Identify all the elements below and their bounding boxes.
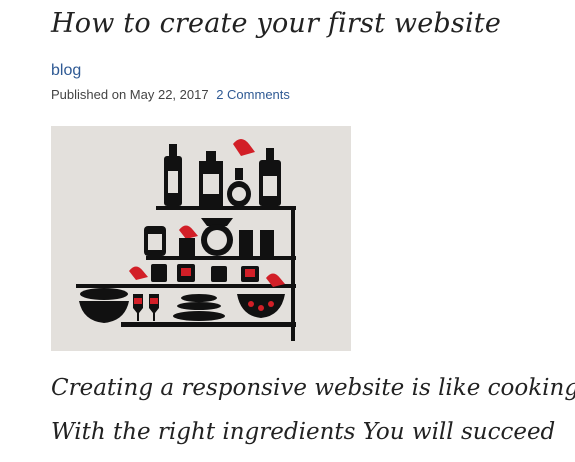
post-date: May 22, 2017 xyxy=(129,87,209,102)
post-meta: Published on May 22, 2017 2 Comments xyxy=(51,87,290,102)
excerpt-line-2: With the right ingredients You will succ… xyxy=(51,419,556,445)
post-excerpt: Creating a responsive website is like co… xyxy=(51,366,575,454)
comments-link[interactable]: 2 Comments xyxy=(216,87,290,102)
category-link[interactable]: blog xyxy=(51,62,81,80)
excerpt-line-1: Creating a responsive website is like co… xyxy=(51,375,575,401)
kitchen-shelf-illustration-icon xyxy=(51,126,351,351)
post-title[interactable]: How to create your first website xyxy=(51,8,501,39)
featured-image[interactable] xyxy=(51,126,351,351)
published-label: Published on xyxy=(51,87,127,102)
